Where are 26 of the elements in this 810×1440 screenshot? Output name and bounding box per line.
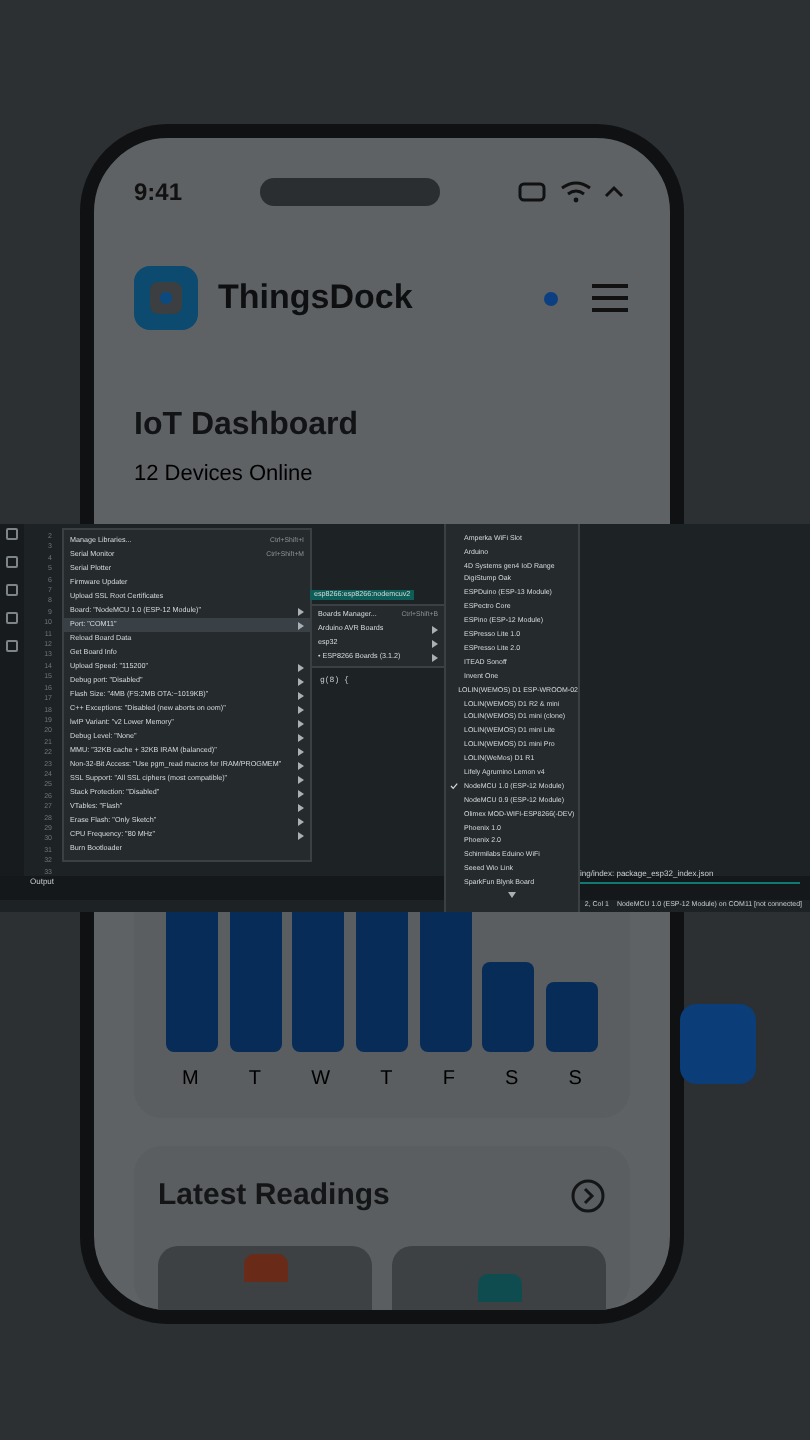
reading-icon <box>477 1274 521 1302</box>
day-label: S <box>505 1065 519 1093</box>
day-label: S <box>568 1065 582 1093</box>
check-icon <box>450 782 458 791</box>
day-label: F <box>442 1065 455 1093</box>
sidebar-icon[interactable] <box>6 612 18 624</box>
floating-square-icon <box>680 1004 756 1084</box>
day-label: T <box>380 1065 393 1093</box>
chart-bar <box>545 981 598 1051</box>
dashboard-title: IoT Dashboard <box>134 406 361 446</box>
reading-icon <box>243 1254 287 1282</box>
arrow-circle-icon[interactable] <box>570 1177 606 1214</box>
chart-bar <box>482 961 535 1051</box>
sidebar-icon[interactable] <box>6 528 18 540</box>
sidebar-icon[interactable] <box>6 556 18 568</box>
menu-icon[interactable] <box>590 282 630 314</box>
status-time: 9:41 <box>134 176 183 210</box>
devices-online-text: 12 Devices Online <box>134 460 315 490</box>
day-label: T <box>248 1065 262 1093</box>
sidebar-icon[interactable] <box>6 584 18 596</box>
sidebar-icon[interactable] <box>6 640 18 652</box>
day-label: W <box>311 1065 331 1093</box>
app-name: ThingsDock <box>218 276 413 321</box>
logo-icon <box>134 266 198 330</box>
day-label: M <box>182 1065 199 1093</box>
readings-title: Latest Readings <box>158 1175 390 1215</box>
